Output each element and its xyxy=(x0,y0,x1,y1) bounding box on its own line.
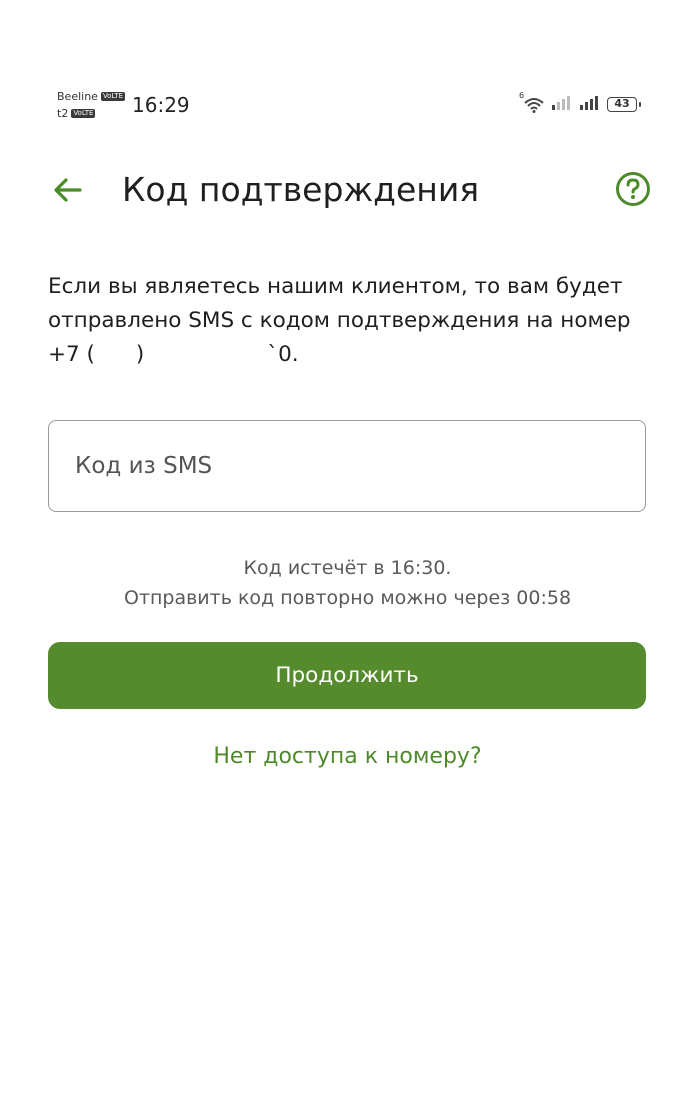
page-title: Код подтверждения xyxy=(122,170,480,209)
volte-badge: VoLTE xyxy=(100,92,126,101)
no-access-link[interactable]: Нет доступа к номеру? xyxy=(0,740,675,774)
battery-icon: 43 xyxy=(607,96,641,112)
status-icons: 6 43 xyxy=(519,91,641,114)
status-clock: 16:29 xyxy=(132,93,190,117)
arrow-left-icon xyxy=(54,178,82,202)
battery-level: 43 xyxy=(614,97,630,110)
sms-code-input[interactable] xyxy=(75,421,615,511)
back-button[interactable] xyxy=(50,172,86,208)
continue-button[interactable]: Продолжить xyxy=(48,642,646,709)
description-line: отправлено SMS с кодом подтверждения на … xyxy=(48,308,631,333)
description-line: Если вы являетесь нашим клиентом, то вам… xyxy=(48,274,623,299)
volte-badge: VoLTE xyxy=(71,109,96,118)
sms-code-field[interactable] xyxy=(48,420,646,512)
description-text: Если вы являетесь нашим клиентом, то вам… xyxy=(48,270,648,372)
signal-icon xyxy=(579,94,601,114)
wifi-badge: 6 xyxy=(519,91,525,100)
wifi-icon: 6 xyxy=(519,91,545,113)
continue-button-label: Продолжить xyxy=(275,663,419,688)
status-bar: Beeline VoLTE t2 VoLTE 16:29 6 43 xyxy=(0,84,675,132)
code-expiry-text: Код истечёт в 16:30. xyxy=(243,557,452,579)
signal-icon xyxy=(551,94,573,114)
help-button[interactable] xyxy=(614,170,652,208)
timer-info: Код истечёт в 16:30. Отправить код повто… xyxy=(0,553,675,613)
question-circle-icon xyxy=(616,172,650,206)
carrier-info: Beeline VoLTE t2 VoLTE xyxy=(57,88,126,122)
carrier-name-1: Beeline xyxy=(57,90,98,103)
resend-countdown-text: Отправить код повторно можно через 00:58 xyxy=(123,587,572,609)
carrier-name-2: t2 xyxy=(57,107,69,120)
masked-phone-number: +7 ( ) `0. xyxy=(48,342,299,367)
